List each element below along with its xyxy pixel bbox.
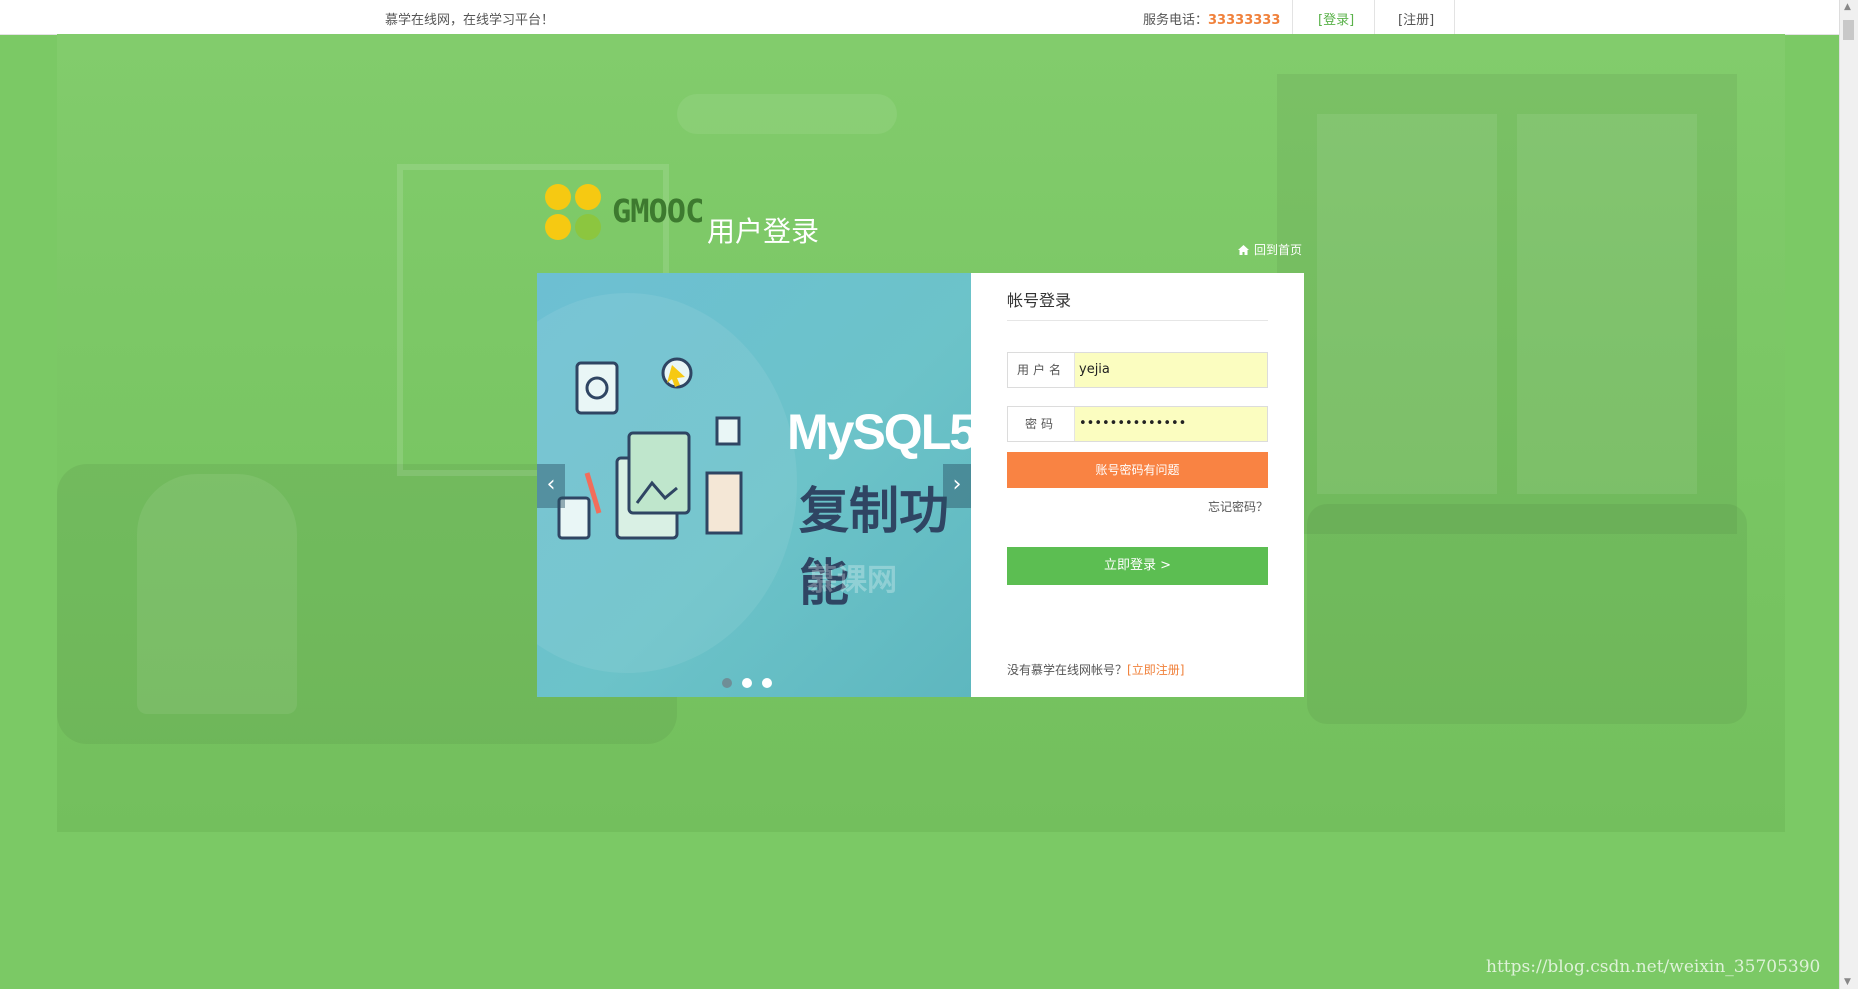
- register-prompt-text: 没有慕学在线网帐号？: [1007, 663, 1128, 677]
- carousel-dots: [722, 673, 782, 692]
- register-link[interactable]: [立即注册]: [1127, 663, 1184, 677]
- phone-number: 33333333: [1208, 13, 1281, 28]
- banner-illustration: [557, 357, 743, 540]
- login-form: 帐号登录 用户名 密码 账号密码有问题 忘记密码？ 立即登录 > 没有慕学在线网…: [1007, 273, 1268, 697]
- carousel-next-button[interactable]: ›: [943, 464, 971, 508]
- top-register-link[interactable]: [注册]: [1398, 9, 1434, 28]
- carousel-dot-1[interactable]: [722, 678, 732, 688]
- username-field: 用户名: [1007, 352, 1268, 388]
- login-panel: MySQL5.7 复制功能 慕课网 ‹ › 帐号登录 用户名 密码 账号密码有问…: [537, 273, 1304, 697]
- top-login-link[interactable]: [登录]: [1318, 9, 1354, 28]
- gmooc-logo-icon: [545, 184, 601, 240]
- password-field: 密码: [1007, 406, 1268, 442]
- scroll-up-icon[interactable]: ▲: [1844, 2, 1851, 12]
- carousel-dot-3[interactable]: [762, 678, 772, 688]
- page-title: 用户登录: [707, 215, 820, 248]
- username-label: 用户名: [1008, 353, 1075, 387]
- home-link[interactable]: 回到首页: [1238, 241, 1302, 258]
- username-input[interactable]: [1079, 353, 1259, 385]
- password-input[interactable]: [1079, 407, 1259, 439]
- phone-label: 服务电话：: [1143, 13, 1209, 28]
- scroll-thumb[interactable]: [1843, 20, 1854, 40]
- carousel-prev-button[interactable]: ‹: [537, 464, 565, 508]
- forgot-password-link[interactable]: 忘记密码？: [1208, 498, 1268, 515]
- password-label: 密码: [1008, 407, 1075, 441]
- site-slogan: 慕学在线网，在线学习平台！: [385, 13, 555, 28]
- error-message: 账号密码有问题: [1007, 452, 1268, 488]
- watermark: https://blog.csdn.net/weixin_35705390: [1486, 957, 1821, 977]
- divider: [1454, 0, 1455, 34]
- divider: [1374, 0, 1375, 34]
- carousel-dot-2[interactable]: [742, 678, 752, 688]
- home-link-label: 回到首页: [1254, 243, 1303, 257]
- banner-title: MySQL5.7: [787, 404, 971, 460]
- divider: [1292, 0, 1293, 34]
- banner-carousel[interactable]: MySQL5.7 复制功能 慕课网 ‹ ›: [537, 273, 971, 697]
- register-prompt: 没有慕学在线网帐号？[立即注册]: [1007, 661, 1184, 678]
- form-title: 帐号登录: [1007, 291, 1072, 310]
- scrollbar[interactable]: ▲ ▼: [1839, 0, 1858, 989]
- banner-brand: 慕课网: [807, 563, 897, 598]
- login-button[interactable]: 立即登录 >: [1007, 547, 1268, 585]
- top-bar: 慕学在线网，在线学习平台！ 服务电话：33333333 [登录] [注册]: [0, 0, 1840, 35]
- home-icon: [1238, 245, 1249, 255]
- divider: [1007, 320, 1268, 321]
- scroll-down-icon[interactable]: ▼: [1844, 977, 1851, 987]
- service-phone: 服务电话：33333333: [1143, 9, 1280, 28]
- logo-text: GMOOC: [612, 192, 704, 230]
